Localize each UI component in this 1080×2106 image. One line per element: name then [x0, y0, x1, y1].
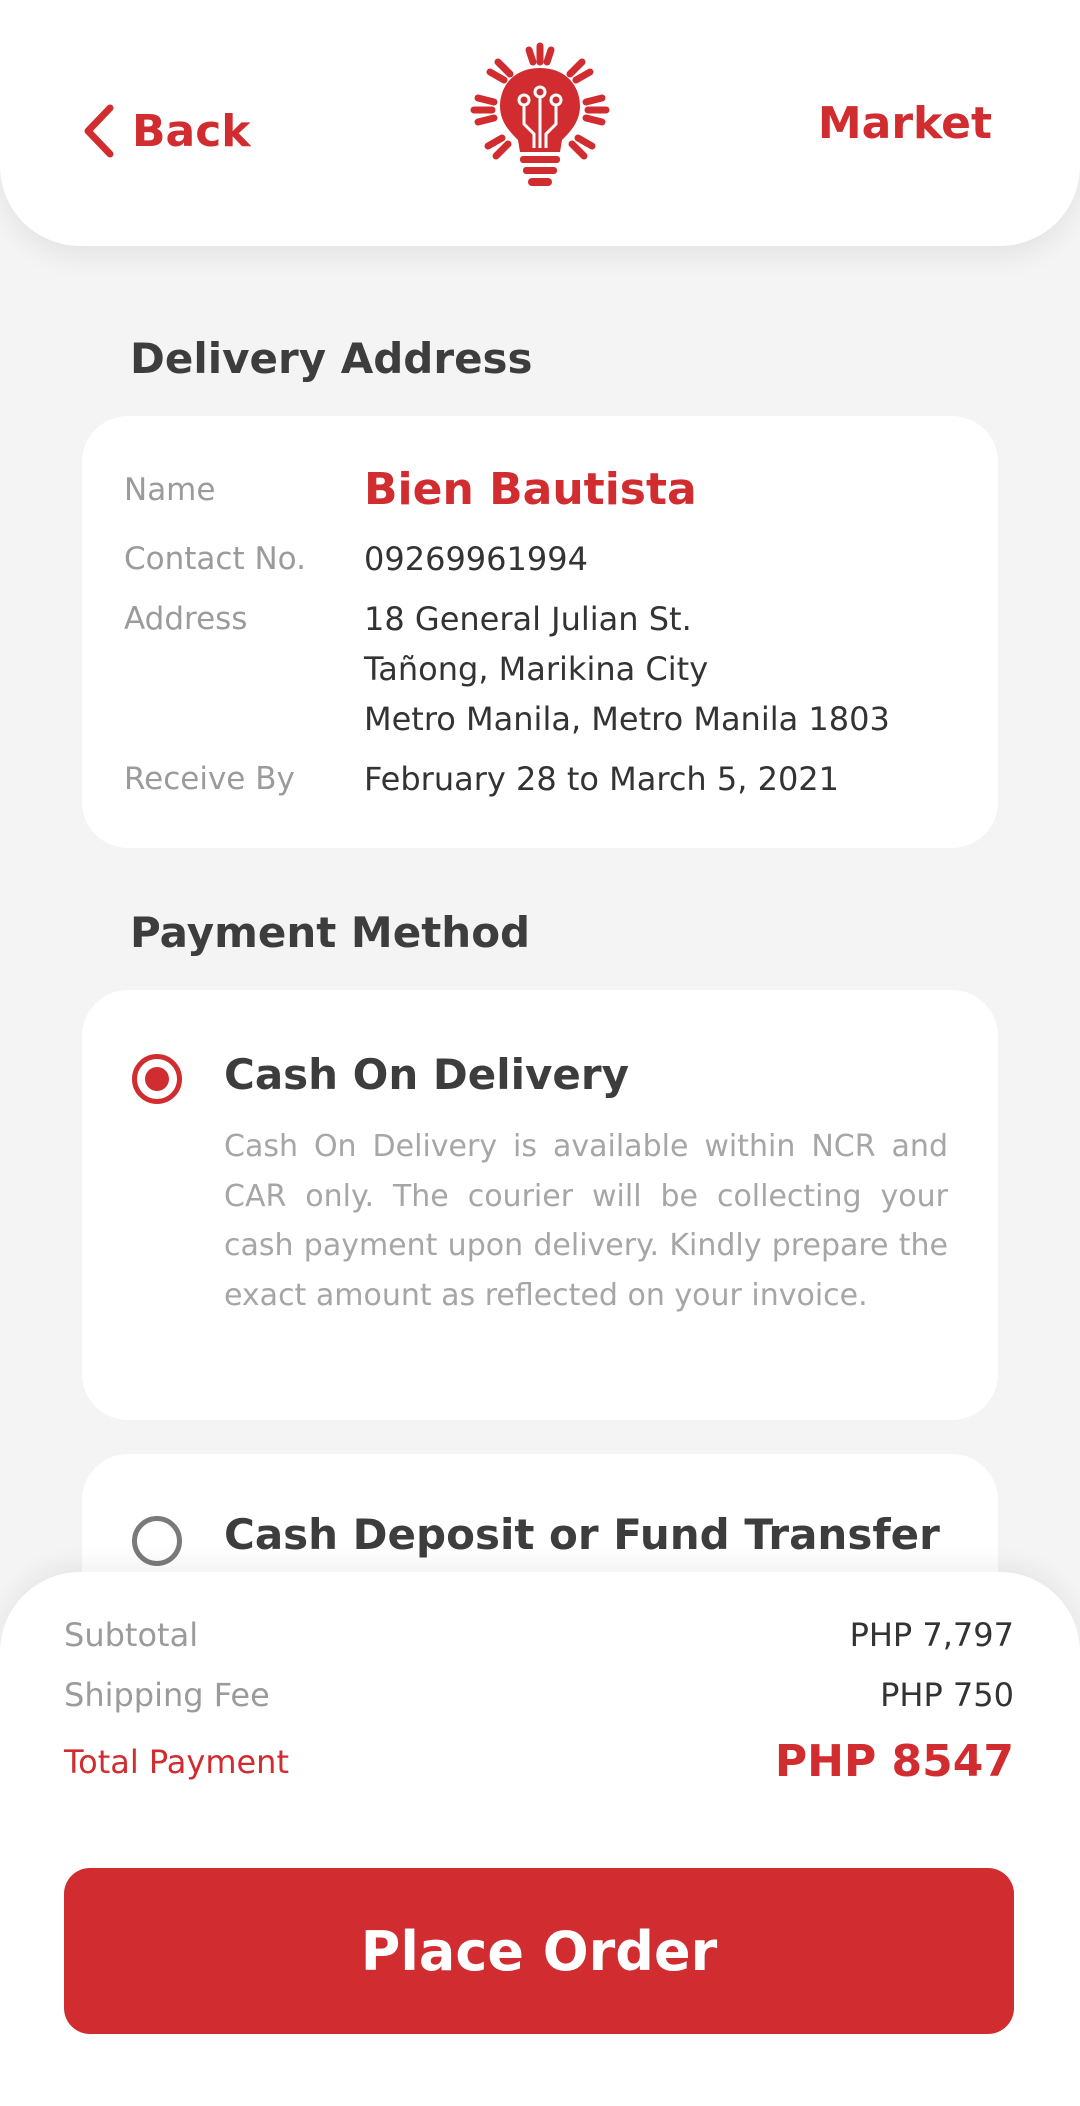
receive-dates: February 28 to March 5, 2021 — [364, 760, 840, 798]
cod-title: Cash On Delivery — [224, 1050, 630, 1099]
contact-number: 09269961994 — [364, 540, 588, 578]
shipping-label: Shipping Fee — [64, 1676, 270, 1714]
address-line-1: 18 General Julian St. — [364, 600, 692, 638]
customer-name: Bien Bautista — [364, 464, 697, 515]
payment-method-title: Payment Method — [130, 908, 531, 957]
checkout-page: Back Market Delivery Address Name Bien B… — [0, 0, 1080, 2106]
market-link[interactable]: Market — [818, 98, 992, 149]
back-label: Back — [132, 105, 251, 157]
receive-label: Receive By — [124, 761, 295, 797]
chevron-left-icon — [84, 104, 114, 158]
address-label: Address — [124, 601, 248, 637]
lightbulb-logo-icon — [470, 42, 610, 186]
header-bar: Back Market — [0, 0, 1080, 246]
address-lines: 18 General Julian St. Tañong, Marikina C… — [364, 594, 890, 744]
contact-row: Contact No. 09269961994 — [124, 534, 968, 584]
subtotal-label: Subtotal — [64, 1616, 199, 1654]
deposit-title: Cash Deposit or Fund Transfer — [224, 1510, 940, 1559]
address-row: Address 18 General Julian St. Tañong, Ma… — [124, 594, 968, 744]
payment-option-cod[interactable]: Cash On Delivery Cash On Delivery is ava… — [82, 990, 998, 1420]
radio-selected-dot — [145, 1067, 169, 1091]
subtotal-row: Subtotal PHP 7,797 — [64, 1616, 1014, 1654]
delivery-address-title: Delivery Address — [130, 334, 533, 383]
name-label: Name — [124, 471, 216, 508]
address-line-2: Tañong, Marikina City — [364, 650, 709, 688]
name-row: Name Bien Bautista — [124, 464, 968, 515]
cod-description: Cash On Delivery is available within NCR… — [224, 1129, 948, 1313]
back-button[interactable]: Back — [82, 104, 251, 158]
subtotal-value: PHP 7,797 — [849, 1616, 1014, 1654]
address-line-3: Metro Manila, Metro Manila 1803 — [364, 700, 890, 738]
total-value: PHP 8547 — [774, 1736, 1014, 1787]
receive-row: Receive By February 28 to March 5, 2021 — [124, 754, 968, 804]
cod-radio[interactable] — [132, 1054, 182, 1104]
contact-label: Contact No. — [124, 541, 306, 577]
delivery-address-card: Name Bien Bautista Contact No. 092699619… — [82, 416, 998, 848]
place-order-button[interactable]: Place Order — [64, 1868, 1014, 2034]
shipping-value: PHP 750 — [880, 1676, 1014, 1714]
deposit-radio[interactable] — [132, 1516, 182, 1566]
order-summary-panel: Subtotal PHP 7,797 Shipping Fee PHP 750 … — [0, 1572, 1080, 2106]
shipping-row: Shipping Fee PHP 750 — [64, 1676, 1014, 1714]
total-label: Total Payment — [64, 1742, 289, 1781]
total-row: Total Payment PHP 8547 — [64, 1736, 1014, 1787]
